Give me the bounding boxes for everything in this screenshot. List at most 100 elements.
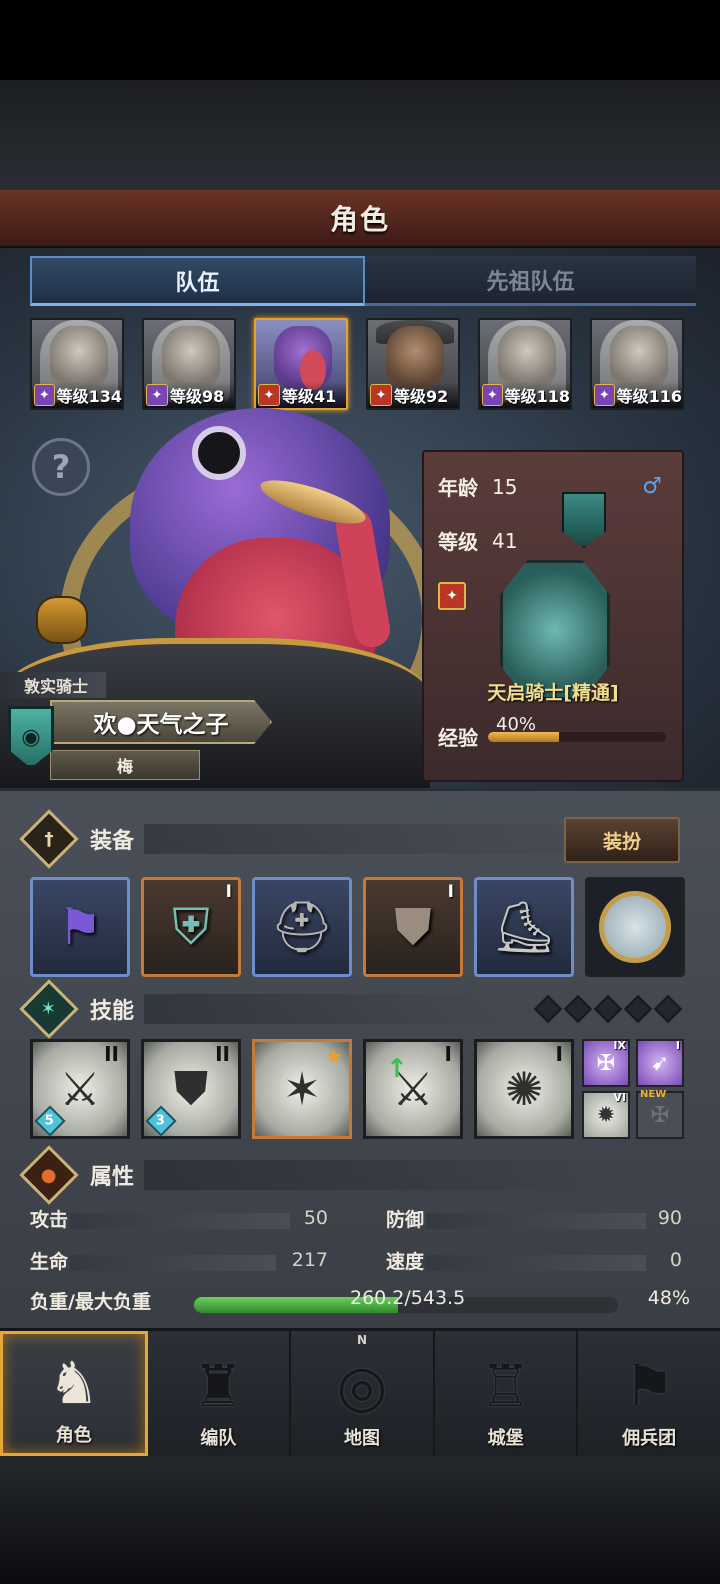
lance-icon: ➹ bbox=[650, 1050, 670, 1076]
skill-slot[interactable]: ⛊ II 3 bbox=[141, 1039, 241, 1139]
class-icon: ✦ bbox=[370, 384, 392, 406]
party-member[interactable]: ✦ 等级92 bbox=[366, 318, 460, 410]
member-level: 等级118 bbox=[504, 387, 570, 406]
equip-slot-banner[interactable]: ⚑ bbox=[30, 877, 130, 977]
compass-map-icon: ◎ bbox=[336, 1352, 388, 1420]
age-label: 年龄 bbox=[438, 476, 478, 500]
equip-slot-armor[interactable]: ⛊ I bbox=[363, 877, 463, 977]
party-member[interactable]: ✦ 等级134 bbox=[30, 318, 124, 410]
age-row: 年龄 15 bbox=[438, 472, 517, 501]
boots-icon: ⛸ bbox=[492, 897, 556, 956]
passive-skill-slot-empty[interactable]: ✠ NEW bbox=[636, 1089, 684, 1139]
equip-slot-helmet[interactable]: ⛑ bbox=[252, 877, 352, 977]
skill-slot[interactable]: ✺ I bbox=[474, 1039, 574, 1139]
speed-value: 0 bbox=[669, 1249, 682, 1271]
shatter-star-icon: ✶ bbox=[282, 1062, 322, 1116]
nav-map[interactable]: N ◎ 地图 bbox=[291, 1331, 435, 1456]
dress-up-button[interactable]: 装扮 bbox=[564, 817, 680, 863]
member-level-row: ✦ 等级116 bbox=[592, 382, 682, 408]
skills-title: 技能 bbox=[90, 999, 135, 1024]
banner-icon: ⚑ bbox=[57, 898, 103, 956]
stat-track bbox=[426, 1255, 646, 1271]
skill-slots: ⚔ II 5 ⛊ II 3 ✶ ★ ⚔ ↑ I ✺ I bbox=[30, 1039, 574, 1139]
class-icon: ✦ bbox=[438, 582, 466, 610]
defense-label: 防御 bbox=[386, 1208, 425, 1231]
exp-row: 经验 40% bbox=[438, 714, 666, 751]
nav-castle[interactable]: ♖ 城堡 bbox=[435, 1331, 579, 1456]
helmet-icon: ⛑ bbox=[270, 897, 334, 956]
skill-rank: II bbox=[215, 1042, 230, 1066]
skill-rank: I bbox=[444, 1042, 452, 1066]
passive-skill-slot[interactable]: ✠ IX bbox=[582, 1039, 630, 1087]
attack-stat: 攻击 50 bbox=[30, 1203, 328, 1233]
skill-slot[interactable]: ⚔ ↑ I bbox=[363, 1039, 463, 1139]
header-strip bbox=[144, 1160, 628, 1190]
class-icon: ✦ bbox=[594, 384, 615, 406]
status-bar-area bbox=[0, 0, 720, 80]
attributes-title: 属性 bbox=[90, 1165, 135, 1190]
equipment-title: 装备 bbox=[90, 829, 135, 854]
stat-track bbox=[70, 1255, 276, 1271]
character-hero-panel: 队伍 先祖队伍 ✦ 等级134 ✦ 等级98 ✦ 等级41 ✦ 等级92 ✦ 等… bbox=[0, 248, 720, 788]
party-member[interactable]: ✦ 等级118 bbox=[478, 318, 572, 410]
portrait-face bbox=[610, 326, 668, 388]
equip-slot-shield[interactable]: ⛨ I bbox=[141, 877, 241, 977]
tab-team[interactable]: 队伍 bbox=[30, 256, 365, 306]
header-strip bbox=[144, 994, 508, 1024]
skills-header: ✶ 技能 bbox=[19, 979, 508, 1039]
class-banner-icon bbox=[562, 492, 606, 548]
party-member[interactable]: ✦ 等级116 bbox=[590, 318, 684, 410]
load-label: 负重/最大负重 bbox=[30, 1291, 151, 1313]
attr-row-1: 攻击 50 防御 90 bbox=[30, 1203, 690, 1233]
portrait-face bbox=[498, 326, 556, 388]
class-icon: ✦ bbox=[146, 384, 168, 406]
character-subname: 梅 bbox=[50, 750, 200, 780]
potion-icon[interactable] bbox=[36, 596, 88, 644]
details-panel: † 装备 装扮 ⚑ ⛨ I ⛑ ⛊ I ⛸ ✶ 技能 ⚔ II 5 ⛊ II 3… bbox=[0, 788, 720, 1328]
member-level-row: ✦ 等级98 bbox=[144, 382, 234, 408]
member-level: 等级134 bbox=[56, 387, 122, 406]
member-level-row: ✦ 等级134 bbox=[32, 382, 122, 408]
trinket-icon bbox=[599, 891, 671, 963]
tab-ancestor-team[interactable]: 先祖队伍 bbox=[365, 256, 696, 306]
stat-track bbox=[426, 1213, 646, 1229]
nav-label: 角色 bbox=[55, 1425, 92, 1446]
class-icon: ✦ bbox=[482, 384, 503, 406]
attr-row-2: 生命 217 速度 0 bbox=[30, 1245, 690, 1275]
tier-label: I bbox=[447, 882, 454, 902]
equipment-header: † 装备 bbox=[19, 809, 628, 869]
exp-percent: 40% bbox=[496, 714, 537, 735]
party-member[interactable]: ✦ 等级98 bbox=[142, 318, 236, 410]
age-value: 15 bbox=[492, 474, 518, 499]
shield-icon: ⛨ bbox=[172, 897, 210, 956]
class-name[interactable]: 天启骑士[精通] bbox=[424, 678, 682, 705]
star-icon: ✶ bbox=[19, 979, 79, 1039]
equip-slot-boots[interactable]: ⛸ bbox=[474, 877, 574, 977]
empty-slot-icon: ✠ bbox=[650, 1102, 670, 1128]
star-icon: ★ bbox=[325, 1044, 343, 1068]
character-name[interactable]: 欢●天气之子 bbox=[50, 700, 272, 744]
skill-gem-icon bbox=[623, 994, 653, 1024]
spear-stance-icon: ⚔ bbox=[59, 1062, 101, 1116]
skill-rank: I bbox=[555, 1042, 563, 1066]
party-member-selected[interactable]: ✦ 等级41 bbox=[254, 318, 348, 410]
guard-stance-icon: ⛊ bbox=[173, 1061, 209, 1115]
member-level: 等级41 bbox=[282, 387, 337, 406]
passive-skills: ✠ IX ➹ I ✹ VI ✠ NEW bbox=[582, 1039, 686, 1139]
nav-formation[interactable]: ♜ 编队 bbox=[148, 1331, 292, 1456]
help-icon[interactable]: ? bbox=[32, 438, 90, 496]
character-eye bbox=[192, 426, 246, 480]
passive-skill-slot[interactable]: ✹ VI bbox=[582, 1091, 630, 1139]
skill-slot[interactable]: ⚔ II 5 bbox=[30, 1039, 130, 1139]
skill-count: 3 bbox=[156, 1113, 166, 1129]
bottom-nav: ♞ 角色 ♜ 编队 N ◎ 地图 ♖ 城堡 ⚑ 佣兵团 bbox=[0, 1328, 720, 1456]
passive-skill-slot[interactable]: ➹ I bbox=[636, 1039, 684, 1087]
equip-slot-trinket[interactable] bbox=[585, 877, 685, 977]
skill-slot[interactable]: ✶ ★ bbox=[252, 1039, 352, 1139]
skill-gem-icon bbox=[533, 994, 563, 1024]
nav-mercenary[interactable]: ⚑ 佣兵团 bbox=[578, 1331, 720, 1456]
member-level-row: ✦ 等级41 bbox=[256, 382, 346, 408]
nav-label: 编队 bbox=[200, 1428, 237, 1449]
nav-character[interactable]: ♞ 角色 bbox=[0, 1331, 148, 1456]
class-icon: ✦ bbox=[258, 384, 280, 406]
